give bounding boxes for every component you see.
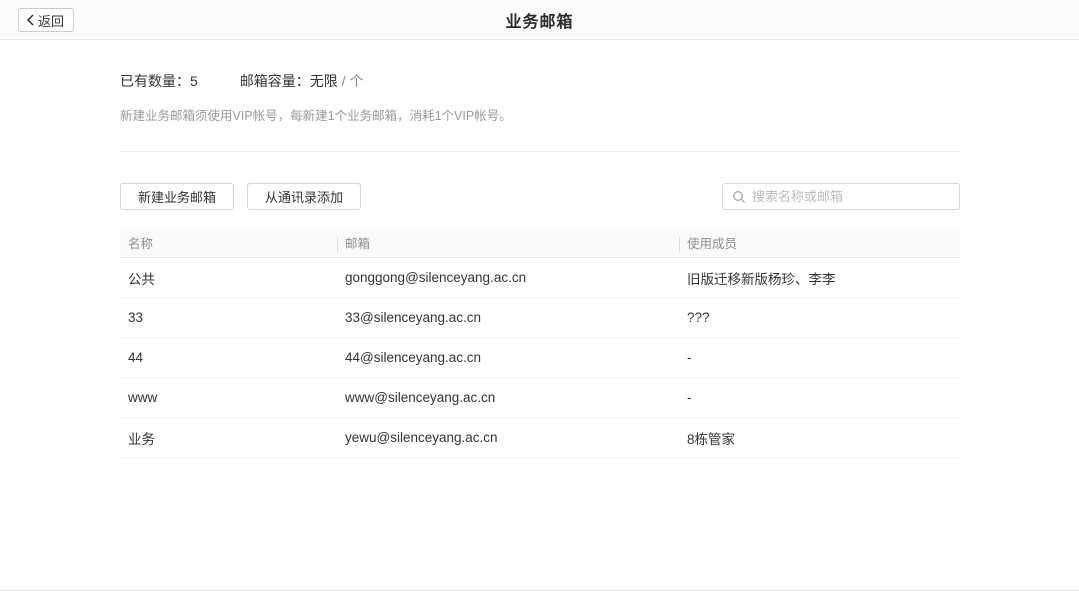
stat-existing-count: 已有数量： 5	[120, 71, 198, 91]
back-button-label: 返回	[38, 11, 64, 30]
stat-capacity-value: 无限	[310, 71, 338, 91]
cell-members: 旧版迁移新版杨珍、李李	[679, 268, 960, 288]
stat-existing-count-label: 已有数量：	[120, 71, 190, 91]
add-from-contacts-button[interactable]: 从通讯录添加	[247, 183, 361, 210]
cell-name: 44	[120, 350, 337, 365]
content-area: 已有数量： 5 邮箱容量： 无限 / 个 新建业务邮箱须使用VIP帐号，每新建1…	[0, 71, 1079, 458]
stat-existing-count-value: 5	[190, 73, 198, 89]
stat-capacity-unit: / 个	[338, 71, 364, 91]
business-mailbox-page: 返回 业务邮箱 已有数量： 5 邮箱容量： 无限 / 个 新建业务邮箱须使用VI…	[0, 0, 1079, 591]
table-row[interactable]: 业务 yewu@silenceyang.ac.cn 8栋管家	[120, 418, 960, 458]
cell-members: -	[679, 390, 960, 405]
table-row[interactable]: www www@silenceyang.ac.cn -	[120, 378, 960, 418]
column-header-email: 邮箱	[337, 231, 679, 258]
cell-name: 33	[120, 310, 337, 325]
cell-name: www	[120, 390, 337, 405]
back-button[interactable]: 返回	[18, 8, 74, 32]
search-box[interactable]	[722, 183, 960, 210]
column-header-name: 名称	[120, 231, 337, 258]
vip-hint-text: 新建业务邮箱须使用VIP帐号，每新建1个业务邮箱，消耗1个VIP帐号。	[120, 105, 960, 124]
toolbar: 新建业务邮箱 从通讯录添加	[120, 183, 960, 210]
chevron-left-icon	[26, 14, 35, 26]
mailbox-table: 名称 邮箱 使用成员 公共 gonggong@silenceyang.ac.cn…	[120, 231, 960, 458]
stat-capacity-label: 邮箱容量：	[240, 71, 310, 91]
cell-email: yewu@silenceyang.ac.cn	[337, 430, 679, 445]
cell-email: 33@silenceyang.ac.cn	[337, 310, 679, 325]
cell-name: 公共	[120, 268, 337, 288]
column-header-members: 使用成员	[679, 231, 960, 258]
cell-email: gonggong@silenceyang.ac.cn	[337, 270, 679, 285]
page-title: 业务邮箱	[0, 8, 1079, 32]
table-header-row: 名称 邮箱 使用成员	[120, 231, 960, 258]
create-mailbox-button[interactable]: 新建业务邮箱	[120, 183, 234, 210]
search-input[interactable]	[752, 189, 951, 204]
cell-members: ???	[679, 310, 960, 325]
cell-members: -	[679, 350, 960, 365]
stat-capacity: 邮箱容量： 无限 / 个	[240, 71, 364, 91]
cell-name: 业务	[120, 428, 337, 448]
stats-row: 已有数量： 5 邮箱容量： 无限 / 个	[120, 71, 960, 91]
table-row[interactable]: 公共 gonggong@silenceyang.ac.cn 旧版迁移新版杨珍、李…	[120, 258, 960, 298]
toolbar-button-group: 新建业务邮箱 从通讯录添加	[120, 183, 361, 210]
table-row[interactable]: 44 44@silenceyang.ac.cn -	[120, 338, 960, 378]
top-bar: 返回 业务邮箱	[0, 0, 1079, 40]
cell-members: 8栋管家	[679, 428, 960, 448]
section-divider	[120, 151, 960, 152]
search-icon	[732, 190, 746, 204]
table-row[interactable]: 33 33@silenceyang.ac.cn ???	[120, 298, 960, 338]
cell-email: 44@silenceyang.ac.cn	[337, 350, 679, 365]
cell-email: www@silenceyang.ac.cn	[337, 390, 679, 405]
